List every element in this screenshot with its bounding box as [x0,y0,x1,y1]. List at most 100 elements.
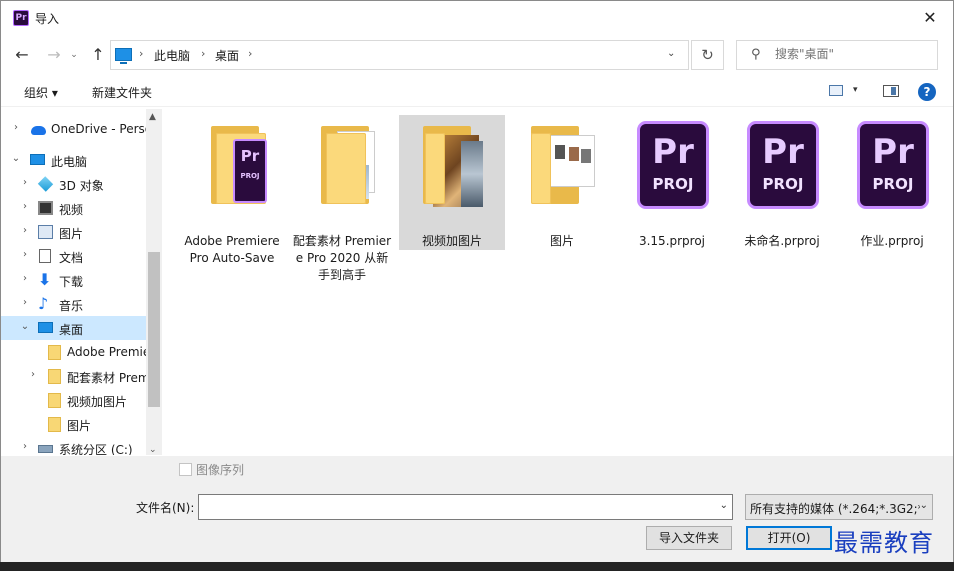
video-icon [38,201,53,215]
scroll-up-icon[interactable]: ▲ [149,112,156,122]
help-icon[interactable]: ? [918,83,936,101]
sidebar-item-videos[interactable]: › 视频 [1,196,146,220]
file-item-label: 作业.prproj [860,234,924,248]
image-sequence-checkbox[interactable] [179,463,192,476]
sidebar-item-materials[interactable]: › 配套素材 Premiere Pro 2020 从新手到高手 [1,364,146,388]
sidebar-item-music[interactable]: › ♪ 音乐 [1,292,146,316]
chevron-down-icon[interactable]: ⌄ [720,500,728,511]
chevron-right-icon[interactable]: › [20,273,30,284]
file-item-auto-save-folder[interactable]: Pr PROJ Adobe Premiere Pro Auto-Save [179,115,285,285]
import-folder-button[interactable]: 导入文件夹 [646,526,732,550]
premiere-app-icon: Pr [13,10,29,26]
folder-icon [48,393,61,408]
new-folder-button[interactable]: 新建文件夹 [92,84,152,101]
chevron-right-icon[interactable]: › [20,177,30,188]
background-app-strip [0,562,954,571]
file-type-select[interactable]: 所有支持的媒体 (*.264;*.3G2;* ⌄ [745,494,933,520]
image-thumbnail [569,147,579,161]
file-item-video-plus-pictures-folder[interactable]: 视频加图片 [399,115,505,285]
image-sequence-label: 图像序列 [196,463,245,477]
premiere-project-icon: Pr PROJ [729,115,835,233]
sidebar-item-label: 图片 [59,227,84,241]
chevron-right-icon[interactable]: › [20,201,30,212]
filename-input[interactable]: ⌄ [198,494,733,520]
file-item-label: 配套素材 Premiere Pro 2020 从新手到高手 [292,234,392,282]
recent-locations-button[interactable]: ⌄ [67,44,81,66]
file-item-prproj-untitled[interactable]: Pr PROJ 未命名.prproj [729,115,835,285]
chevron-down-icon[interactable]: ⌄ [919,500,928,511]
chevron-right-icon[interactable]: › [20,225,30,236]
chevron-right-icon[interactable]: › [20,297,30,308]
folder-front-shape [531,133,551,204]
address-dropdown-icon[interactable]: ⌄ [667,48,675,59]
file-item-label: 图片 [549,234,574,248]
sidebar-item-label: 图片 [67,419,92,433]
up-button[interactable]: ↑ [87,44,109,66]
folder-icon [48,369,61,384]
sidebar-item-label: 系统分区 (C:) [59,443,133,455]
scrollbar-thumb[interactable] [148,252,160,407]
search-input[interactable] [775,47,925,61]
back-button[interactable]: ← [11,44,33,66]
sidebar-item-label: 配套素材 Premiere Pro 2020 从新手到高手 [67,371,146,385]
breadcrumb-separator[interactable]: › [248,47,252,60]
file-list: Pr PROJ Adobe Premiere Pro Auto-Save 配套素材… [163,109,953,455]
image-thumbnail [461,141,483,207]
chevron-right-icon[interactable]: › [11,122,21,133]
forward-button[interactable]: → [43,44,65,66]
sidebar-item-this-pc[interactable]: ⌄ 此电脑 [1,148,146,172]
3d-objects-icon [37,176,54,192]
organize-button[interactable]: 组织 ▾ [24,84,58,101]
prproj-file-icon: Pr PROJ [857,121,929,209]
pc-icon [30,154,45,165]
sidebar-item-video-plus-pictures[interactable]: 视频加图片 [1,388,146,412]
change-view-icon[interactable] [829,85,843,96]
chevron-down-icon[interactable]: ⌄ [11,153,21,164]
sidebar-item-downloads[interactable]: › ⬇ 下载 [1,268,146,292]
navigation-bar: ← → ⌄ ↑ › 此电脑 › 桌面 › ⌄ ↻ ⚲ [1,35,953,75]
breadcrumb-desktop[interactable]: 桌面 [215,47,239,64]
sidebar-item-documents[interactable]: › 文档 [1,244,146,268]
sidebar-item-label: 文档 [59,251,84,265]
chevron-down-icon[interactable]: ⌄ [20,321,30,332]
file-item-prproj-homework[interactable]: Pr PROJ 作业.prproj [839,115,945,285]
folder-icon: Pr PROJ [179,115,285,233]
chevron-right-icon[interactable]: › [20,249,30,260]
breadcrumb-separator[interactable]: › [139,47,143,60]
import-dialog: Pr 导入 ✕ ← → ⌄ ↑ › 此电脑 › 桌面 › ⌄ ↻ ⚲ 组织 ▾ … [0,0,954,562]
sidebar-item-auto-save[interactable]: Adobe Premiere Pro Auto-Save [1,340,146,364]
sidebar-item-onedrive[interactable]: › OneDrive - Personal [1,117,146,141]
pr-icon-text: Pr [652,132,694,172]
sidebar-item-3d-objects[interactable]: › 3D 对象 [1,172,146,196]
open-button[interactable]: 打开(O) [746,526,832,550]
chevron-right-icon[interactable]: › [20,441,30,452]
file-item-prproj-315[interactable]: Pr PROJ 3.15.prproj [619,115,725,285]
view-options-dropdown[interactable]: ▾ [853,85,858,95]
download-icon: ⬇ [38,270,52,289]
preview-pane-icon[interactable] [883,85,899,97]
file-item-pictures-folder[interactable]: 图片 [509,115,615,285]
music-icon: ♪ [38,294,49,313]
file-item-materials-folder[interactable]: 配套素材 Premiere Pro 2020 从新手到高手 [289,115,395,285]
sidebar-item-pictures-folder[interactable]: 图片 [1,412,146,436]
search-box[interactable]: ⚲ [736,40,938,70]
sidebar-item-pictures[interactable]: › 图片 [1,220,146,244]
pr-icon-text: Pr [762,132,804,172]
pr-icon-text: Pr [872,132,914,172]
breadcrumb-separator[interactable]: › [201,47,205,60]
scroll-down-icon[interactable]: ⌄ [149,445,157,455]
sidebar-item-label: Adobe Premiere Pro Auto-Save [67,345,146,359]
sidebar-item-system-drive[interactable]: › 系统分区 (C:) [1,436,146,455]
filename-label: 文件名(N): [136,501,195,515]
sidebar-item-label: 视频 [59,203,84,217]
address-bar[interactable]: › 此电脑 › 桌面 › ⌄ [110,40,689,70]
refresh-button[interactable]: ↻ [691,40,724,70]
sidebar-scrollbar[interactable]: ▲ ⌄ [146,109,162,455]
folder-icon [48,345,61,360]
close-button[interactable]: ✕ [907,1,953,34]
cloud-icon [31,126,46,135]
chevron-right-icon[interactable]: › [28,369,38,380]
breadcrumb-this-pc[interactable]: 此电脑 [154,47,190,64]
sidebar-item-desktop[interactable]: ⌄ 桌面 [1,316,146,340]
pc-icon [115,48,132,64]
